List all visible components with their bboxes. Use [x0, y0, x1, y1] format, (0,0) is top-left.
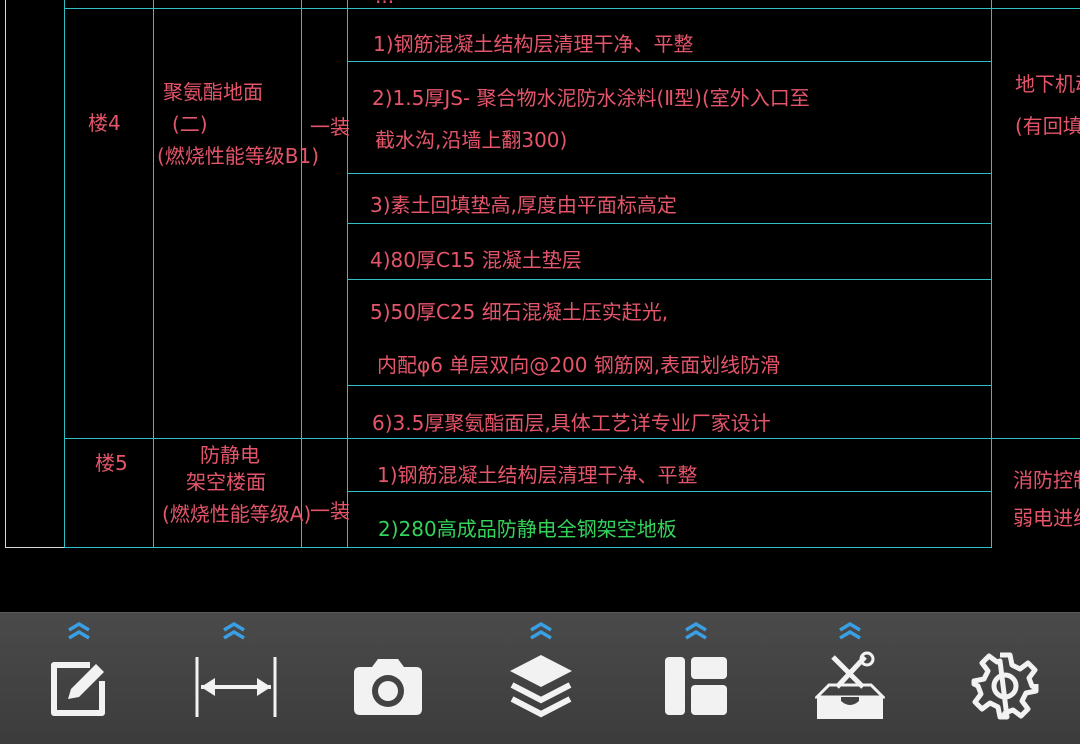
layout-tool-button[interactable]: [641, 613, 751, 744]
toolbox-tool-button[interactable]: [795, 613, 905, 744]
row-name-line: (燃烧性能等级B1): [157, 144, 320, 168]
row-code: 楼4: [88, 111, 121, 135]
edit-icon: [51, 662, 105, 716]
grid-hline: [347, 491, 991, 492]
grid-hline: [347, 279, 991, 280]
construction-step: 内配φ6 单层双向@200 钢筋网,表面划线防滑: [377, 353, 781, 377]
layout-icon: [665, 657, 727, 715]
construction-step-highlighted: 2)280高成品防静电全钢架空地板: [378, 517, 677, 541]
row-name-line: 防静电: [200, 443, 260, 467]
bottom-toolbar: [0, 612, 1080, 744]
measure-tool-button[interactable]: [179, 613, 289, 744]
construction-step: 3)素土回填垫高,厚度由平面标高定: [370, 193, 677, 217]
row-name-line: (燃烧性能等级A): [162, 502, 312, 526]
edit-tool-button[interactable]: [24, 613, 134, 744]
construction-step: 2)1.5厚JS- 聚合物水泥防水涂料(Ⅱ型)(室外入口至: [372, 86, 810, 110]
grid-hline: [347, 61, 991, 62]
grid-hline: [64, 438, 1080, 439]
grid-hline: [347, 223, 991, 224]
row-note: 弱电进线: [1013, 506, 1080, 530]
outer-frame-bottom: [5, 547, 67, 548]
row-code: 楼5: [95, 451, 128, 475]
outer-frame-left: [5, 0, 6, 548]
row-name-line: 架空楼面: [186, 470, 266, 494]
expand-chevron-icon[interactable]: [221, 621, 247, 641]
layers-icon: [510, 655, 572, 718]
top-partial-text: ...: [375, 0, 394, 6]
construction-step: 1)钢筋混凝土结构层清理干净、平整: [373, 32, 694, 56]
grid-hline: [64, 547, 992, 548]
expand-chevron-icon[interactable]: [837, 621, 863, 641]
construction-step: 1)钢筋混凝土结构层清理干净、平整: [377, 463, 698, 487]
expand-chevron-icon[interactable]: [66, 621, 92, 641]
row-name-line: 聚氨酯地面: [163, 80, 263, 104]
grid-hline: [347, 173, 991, 174]
camera-icon: [354, 659, 422, 715]
construction-step: 4)80厚C15 混凝土垫层: [370, 248, 582, 272]
grid-hline: [347, 385, 991, 386]
measure-icon: [195, 657, 277, 717]
settings-tool-button[interactable]: [950, 613, 1060, 744]
grid-vline: [301, 0, 302, 548]
grid-vline: [64, 0, 65, 548]
construction-step: 5)50厚C25 细石混凝土压实赶光,: [370, 300, 669, 324]
row-note: 地下机动: [1015, 72, 1080, 96]
settings-icon: [971, 652, 1039, 720]
row-note: 消防控制: [1013, 468, 1080, 492]
grid-vline: [153, 0, 154, 548]
expand-chevron-icon[interactable]: [683, 621, 709, 641]
row-note: (有回填: [1015, 114, 1080, 138]
grid-hline: [64, 8, 1080, 9]
camera-tool-button[interactable]: [332, 613, 442, 744]
cad-drawing-canvas[interactable]: ... 楼4 聚氨酯地面 (二) (燃烧性能等级B1) 一装 1)钢筋混凝土结构…: [0, 0, 1080, 610]
grid-vline: [347, 0, 348, 548]
row-name-line: (二): [172, 112, 208, 136]
construction-step: 6)3.5厚聚氨酯面层,具体工艺详专业厂家设计: [372, 411, 771, 435]
grid-vline: [991, 0, 992, 548]
toolbox-icon: [815, 651, 885, 719]
expand-chevron-icon[interactable]: [528, 621, 554, 641]
layers-tool-button[interactable]: [486, 613, 596, 744]
row-grade: 一装: [310, 499, 350, 523]
construction-step: 截水沟,沿墙上翻300): [375, 128, 568, 152]
row-grade: 一装: [310, 115, 350, 139]
